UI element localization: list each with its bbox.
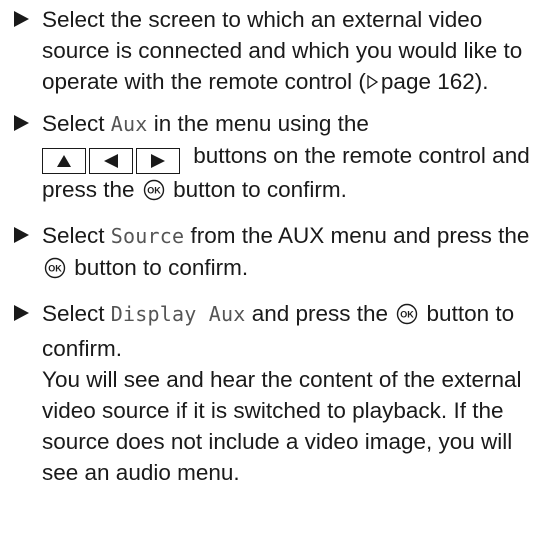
instruction-page: Select the screen to which an external v…	[0, 0, 550, 550]
step-4-note: You will see and hear the content of the…	[42, 367, 522, 485]
step-3: Select Source from the AUX menu and pres…	[14, 220, 536, 287]
menu-item-display-aux: Display Aux	[110, 302, 246, 326]
page-reference-arrow-icon	[367, 75, 379, 89]
step-3-text-a: Select	[42, 223, 111, 248]
svg-text:OK: OK	[147, 186, 161, 196]
right-arrow-icon	[136, 148, 180, 174]
step-3-text-b: from the AUX menu and press the	[184, 223, 530, 248]
svg-text:OK: OK	[48, 264, 62, 274]
menu-item-aux: Aux	[110, 112, 148, 136]
ok-button-icon: OK	[396, 302, 418, 333]
menu-item-source: Source	[110, 224, 185, 248]
step-2-text-d: button to confirm.	[166, 177, 347, 202]
ok-button-icon: OK	[143, 178, 165, 209]
page-reference-link[interactable]: page 162	[381, 69, 475, 94]
bullet-arrow-icon	[14, 305, 29, 321]
step-2: Select Aux in the menu using the buttons…	[14, 108, 536, 209]
step-1: Select the screen to which an external v…	[14, 4, 536, 97]
step-3-text-c: button to confirm.	[68, 255, 249, 280]
left-arrow-icon	[89, 148, 133, 174]
svg-text:OK: OK	[401, 310, 415, 320]
step-2-text-b: in the menu using the	[147, 111, 369, 136]
step-4-text-b: and press the	[245, 301, 395, 326]
bullet-arrow-icon	[14, 227, 29, 243]
up-arrow-icon	[42, 148, 86, 174]
step-4: Select Display Aux and press the OK butt…	[14, 298, 536, 488]
ok-button-icon: OK	[44, 256, 66, 287]
step-2-text-a: Select	[42, 111, 111, 136]
bullet-arrow-icon	[14, 115, 29, 131]
remote-arrow-keys	[42, 148, 183, 174]
step-4-text-a: Select	[42, 301, 111, 326]
bullet-arrow-icon	[14, 11, 29, 27]
step-1-text-after: ).	[474, 69, 489, 94]
